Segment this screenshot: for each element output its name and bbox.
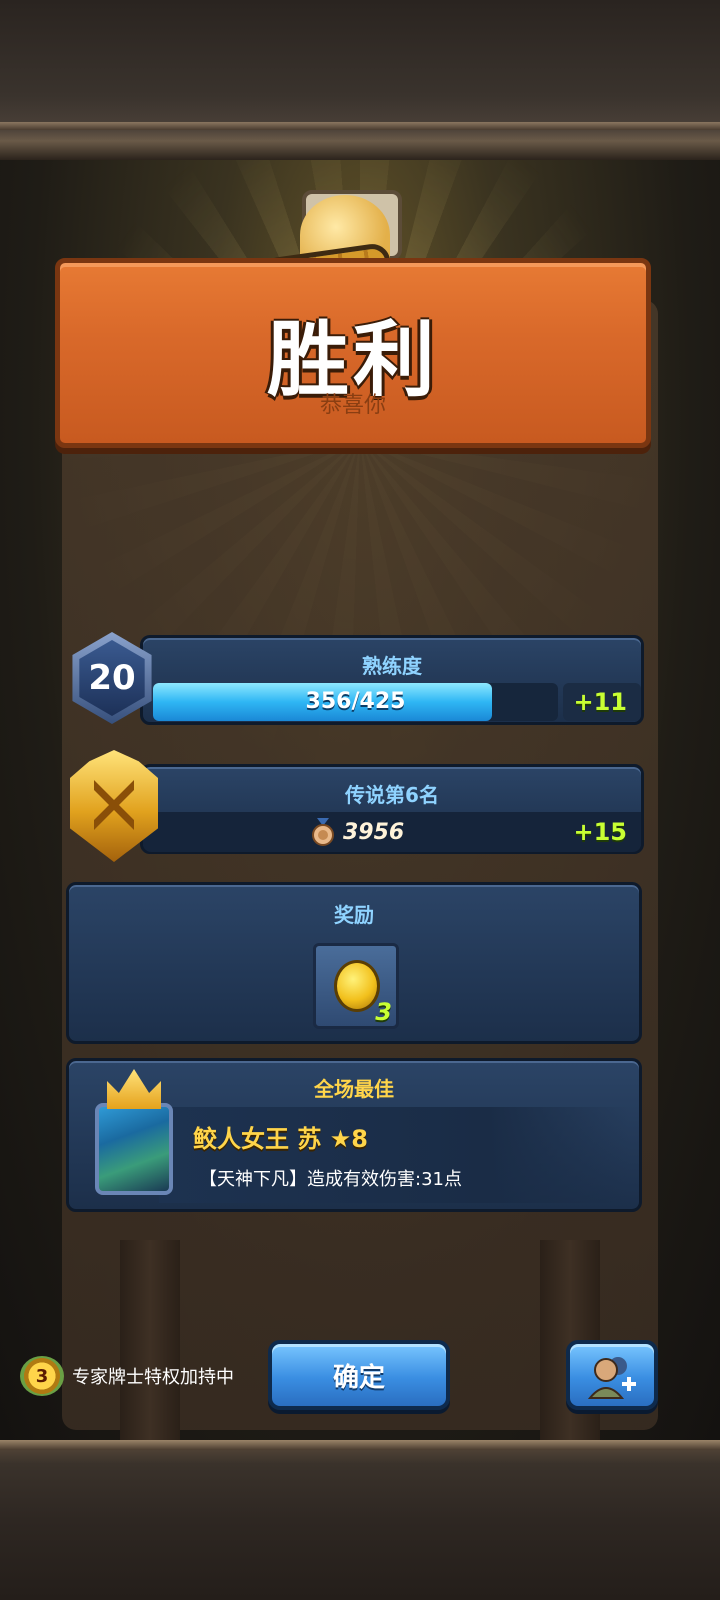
- add-friend-icon: [588, 1357, 636, 1399]
- proficiency-gain: +11: [573, 688, 627, 716]
- hero-achievement: 【天神下凡】造成有效伤害:31点: [199, 1169, 462, 1190]
- rank-score: 3956: [343, 820, 405, 845]
- rank-panel: 传说第6名 3956 +15: [140, 764, 644, 854]
- mvp-panel: 全场最佳 鲛人女王 苏 ★8 【天神下凡】造成有效伤害:31点: [66, 1058, 642, 1212]
- reward-count: 3: [375, 998, 392, 1026]
- proficiency-panel: 熟练度 356/425 +11: [140, 635, 644, 725]
- gold-coin-icon: [334, 960, 380, 1012]
- crossed-swords-icon: [94, 780, 134, 830]
- medal-icon: [312, 818, 334, 846]
- bottom-frame: [0, 1440, 720, 1600]
- confirm-button[interactable]: 确定: [268, 1340, 450, 1410]
- rank-score-strip: 3956 +15: [143, 812, 641, 852]
- hero-name: 鲛人女王 苏 ★8: [193, 1125, 368, 1153]
- privilege-status[interactable]: 3 专家牌士特权加持中: [20, 1356, 234, 1396]
- victory-banner: 胜利 恭喜你: [55, 258, 651, 448]
- rank-label: 传说第6名: [345, 783, 439, 807]
- table-leg: [120, 1240, 180, 1440]
- rank-gain: +15: [573, 818, 627, 846]
- add-friend-button[interactable]: [566, 1340, 658, 1410]
- reward-label: 奖励: [334, 903, 374, 927]
- privilege-text: 专家牌士特权加持中: [72, 1367, 234, 1388]
- level-number: 20: [79, 640, 145, 716]
- expert-privilege-badge-icon: 3: [20, 1356, 64, 1396]
- victory-subtitle: 恭喜你: [319, 393, 386, 418]
- reward-panel: 奖励 3: [66, 882, 642, 1044]
- top-frame: [0, 0, 720, 160]
- hero-portrait[interactable]: [95, 1103, 173, 1195]
- proficiency-label: 熟练度: [362, 654, 422, 678]
- reward-item[interactable]: 3: [313, 943, 399, 1029]
- proficiency-bar: 356/425: [153, 683, 558, 721]
- proficiency-progress-text: 356/425: [305, 689, 406, 714]
